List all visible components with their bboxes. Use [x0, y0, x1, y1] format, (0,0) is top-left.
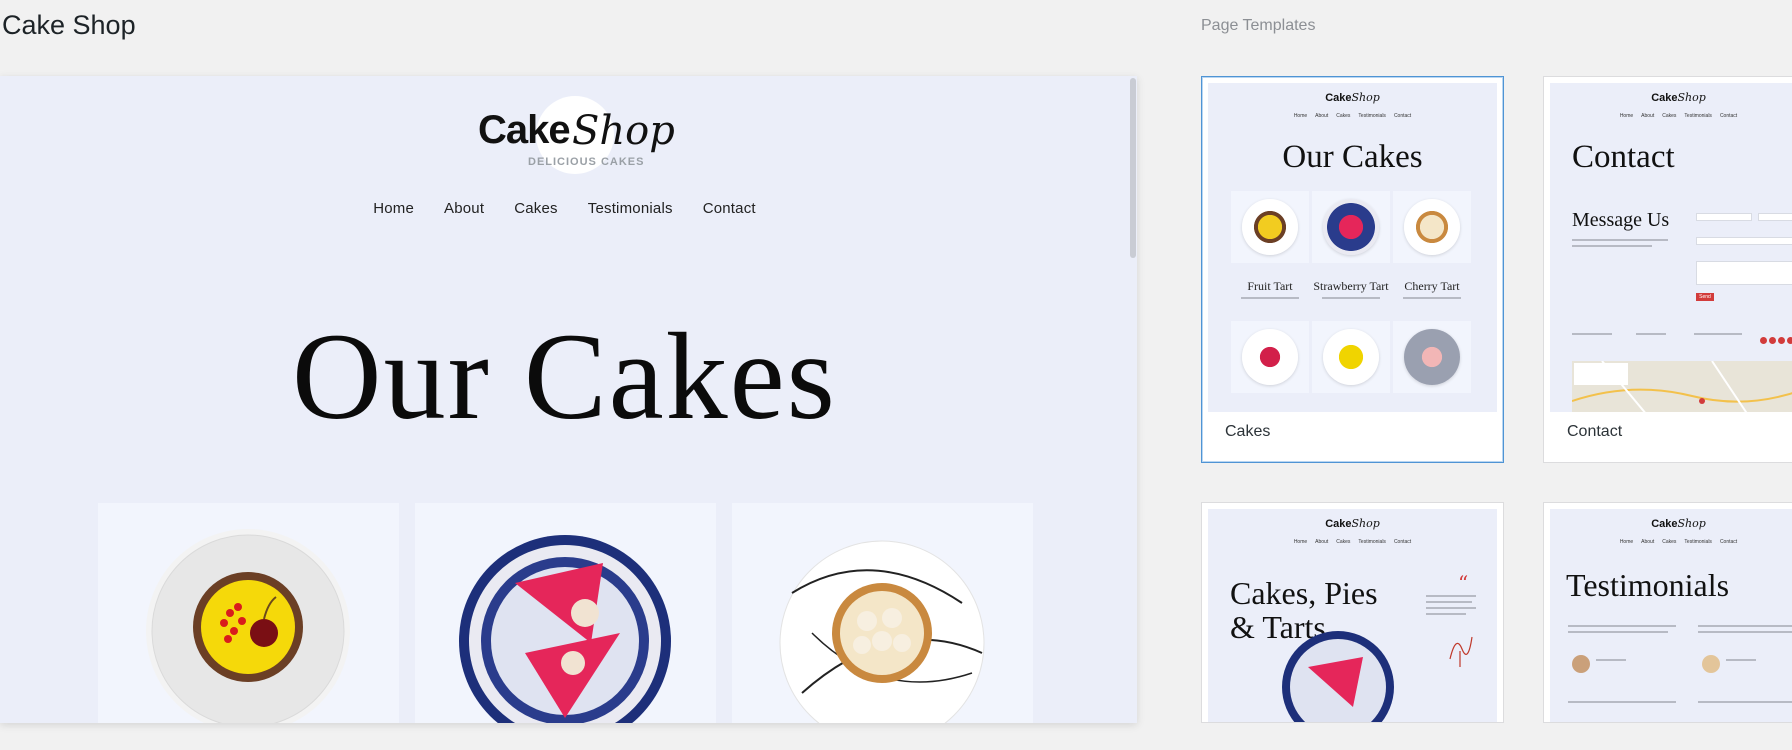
mini-first-name-field — [1696, 213, 1752, 221]
mini-title: Testimonials — [1566, 567, 1730, 603]
template-testimonials[interactable]: CakeShop Home About Cakes Testimonials Conta… — [1543, 502, 1792, 723]
mini-card — [1231, 191, 1309, 263]
mini-plate-image — [1282, 631, 1394, 722]
mini-send-button: Send — [1696, 293, 1714, 301]
mini-nav: Home About Cakes Testimonials Contact — [1619, 113, 1738, 119]
mini-last-name-field — [1758, 213, 1792, 221]
template-thumbnail: CakeShop Home About Cakes Testimonials Conta… — [1550, 509, 1792, 722]
mini-item-label: Fruit Tart — [1247, 279, 1293, 293]
product-card[interactable] — [98, 503, 399, 723]
mini-card — [1312, 321, 1390, 393]
app-title: Cake Shop — [2, 10, 136, 40]
mini-card — [1231, 321, 1309, 393]
site-logo: Cake Shop DELICIOUS CAKES — [478, 94, 675, 174]
mini-subtitle: Message Us — [1572, 209, 1670, 231]
mini-nav: Home About Cakes Testimonials Contact — [1293, 113, 1412, 119]
nav-testimonials[interactable]: Testimonials — [588, 200, 673, 217]
template-cakes-pies-tarts[interactable]: CakeShop Home About Cakes Testimonials Conta… — [1201, 502, 1504, 723]
mini-card — [1393, 191, 1471, 263]
nav-cakes[interactable]: Cakes — [514, 200, 558, 217]
nav-contact[interactable]: Contact — [703, 200, 756, 217]
nav-home[interactable]: Home — [373, 200, 414, 217]
template-caption: Cakes — [1225, 423, 1271, 440]
avatar — [1702, 655, 1720, 673]
template-cakes[interactable]: CakeShop Home About Cakes Testimonials Conta… — [1201, 76, 1504, 463]
mini-logo: CakeShop — [1651, 517, 1706, 530]
mini-map — [1572, 361, 1792, 412]
product-card[interactable] — [732, 503, 1033, 723]
strawberry-tart-image — [459, 535, 671, 723]
template-contact[interactable]: CakeShop Home About Cakes Testimonials Conta… — [1543, 76, 1792, 463]
hero-title: Our Cakes — [292, 308, 837, 445]
mini-social-icons — [1760, 331, 1792, 349]
mini-logo: CakeShop — [1325, 91, 1380, 104]
mini-title: Contact — [1572, 139, 1675, 175]
logo-tagline: DELICIOUS CAKES — [528, 156, 645, 168]
page-preview: Cake Shop DELICIOUS CAKES Home About Cak… — [0, 76, 1137, 723]
template-thumbnail: CakeShop Home About Cakes Testimonials Conta… — [1550, 83, 1792, 412]
mini-title-line1: Cakes, Pies — [1230, 575, 1378, 611]
logo-cake-text: Cake — [478, 108, 571, 152]
mini-nav: Home About Cakes Testimonials Contact — [1293, 539, 1412, 545]
site-nav: Home About Cakes Testimonials Contact — [0, 200, 1129, 217]
product-card[interactable] — [415, 503, 716, 723]
mini-item-label: Strawberry Tart — [1313, 279, 1389, 293]
preview-scrollbar[interactable] — [1129, 76, 1137, 723]
mini-logo: CakeShop — [1651, 91, 1706, 104]
mini-logo: CakeShop — [1325, 517, 1380, 530]
template-caption: Contact — [1567, 423, 1623, 440]
template-thumbnail: CakeShop Home About Cakes Testimonials Conta… — [1208, 509, 1497, 722]
page-templates-label: Page Templates — [1201, 17, 1316, 34]
nav-about[interactable]: About — [444, 200, 484, 217]
mini-title: Our Cakes — [1282, 139, 1423, 175]
fruit-tart-image — [146, 529, 350, 723]
lemon-meringue-tart-image — [779, 540, 985, 723]
mini-message-field — [1696, 261, 1792, 285]
scrollbar-thumb[interactable] — [1130, 78, 1136, 258]
avatar — [1572, 655, 1590, 673]
mini-email-field — [1696, 237, 1792, 245]
quote-icon: “ — [1458, 571, 1469, 595]
mini-card — [1312, 191, 1390, 263]
mini-card — [1393, 321, 1471, 393]
mini-item-label: Cherry Tart — [1404, 279, 1460, 293]
template-thumbnail: CakeShop Home About Cakes Testimonials Conta… — [1208, 83, 1497, 412]
signature-image — [1449, 636, 1473, 667]
logo-shop-text: Shop — [572, 108, 675, 154]
mini-nav: Home About Cakes Testimonials Contact — [1619, 539, 1738, 545]
